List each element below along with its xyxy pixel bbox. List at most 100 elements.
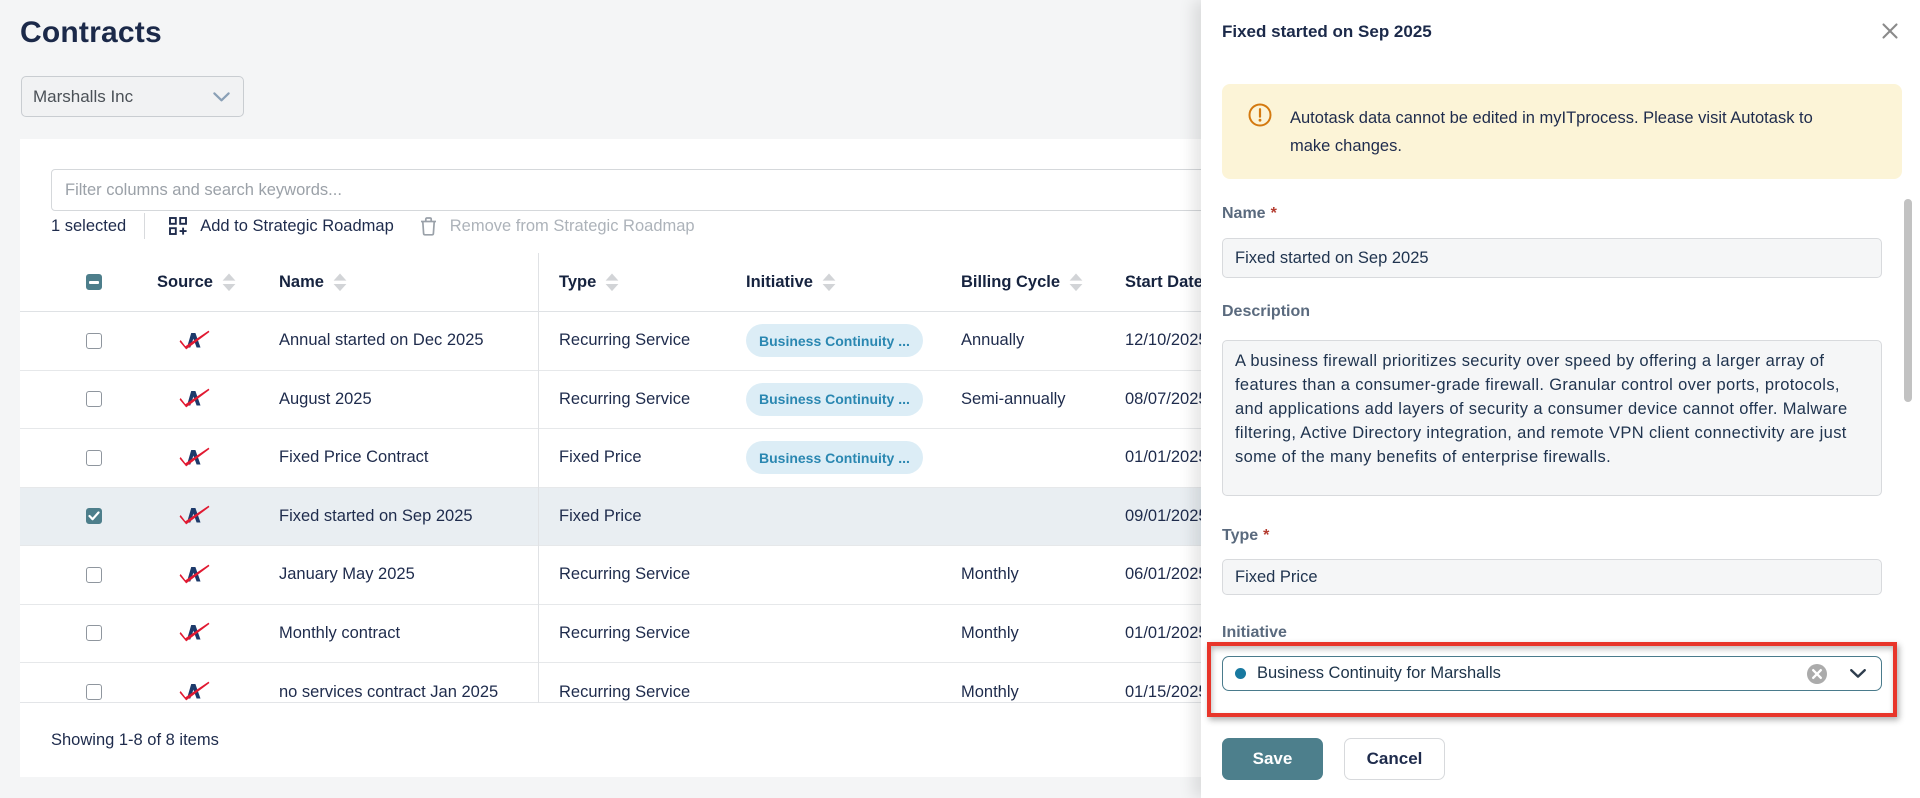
autotask-logo-icon (160, 371, 228, 429)
row-checkbox[interactable] (86, 450, 102, 466)
grid-plus-icon (169, 217, 187, 235)
contract-billing-cycle: Monthly (961, 605, 1019, 663)
row-checkbox-cell (86, 312, 102, 370)
required-asterisk: * (1271, 205, 1277, 222)
contract-name: Annual started on Dec 2025 (279, 312, 484, 370)
sort-icon (605, 273, 619, 292)
drawer-scrollbar-thumb[interactable] (1904, 199, 1912, 402)
column-header-billing-cycle[interactable]: Billing Cycle (961, 253, 1083, 311)
contract-details-drawer: Fixed started on Sep 2025 Autotask data … (1201, 0, 1920, 798)
drawer-actions: Save Cancel (1222, 738, 1445, 780)
initiative-chip: Business Continuity ... (746, 441, 923, 474)
contract-billing-cycle: Monthly (961, 663, 1019, 703)
contract-initiative: Business Continuity ... (746, 429, 923, 487)
initiative-color-dot (1235, 668, 1246, 679)
drawer-title: Fixed started on Sep 2025 (1222, 22, 1432, 42)
contract-type: Recurring Service (559, 371, 690, 429)
remove-from-roadmap-button[interactable]: Remove from Strategic Roadmap (420, 217, 695, 236)
row-checkbox[interactable] (86, 684, 102, 700)
contracts-page: Contracts Marshalls Inc 1 selected Ad (0, 0, 1920, 798)
contract-start-date: 06/01/2025 (1125, 546, 1208, 604)
row-checkbox-cell (86, 371, 102, 429)
type-field[interactable] (1222, 559, 1882, 595)
sort-arrows (1069, 273, 1083, 292)
contract-type: Recurring Service (559, 312, 690, 370)
description-field[interactable]: A business firewall prioritizes security… (1222, 340, 1882, 496)
contract-start-date: 12/10/2025 (1125, 312, 1208, 370)
remove-from-roadmap-label: Remove from Strategic Roadmap (450, 217, 695, 236)
sort-icon (222, 273, 236, 292)
row-checkbox[interactable] (86, 567, 102, 583)
company-select[interactable]: Marshalls Inc (21, 76, 244, 117)
column-header-label: Name (279, 273, 324, 292)
autotask-logo-icon (160, 546, 228, 604)
sort-icon (1069, 273, 1083, 292)
initiative-chip: Business Continuity ... (746, 324, 923, 357)
row-checkbox-cell (86, 605, 102, 663)
autotask-logo-icon (160, 605, 228, 663)
contract-type: Recurring Service (559, 605, 690, 663)
company-select-value: Marshalls Inc (33, 87, 213, 107)
cancel-button[interactable]: Cancel (1344, 738, 1445, 780)
toolbar-divider (144, 213, 145, 239)
column-header-name[interactable]: Name (279, 253, 347, 311)
contract-initiative: Business Continuity ... (746, 371, 923, 429)
name-field[interactable] (1222, 238, 1882, 278)
chevron-down-icon[interactable] (1850, 669, 1866, 678)
fixed-column-divider (538, 253, 539, 703)
initiative-value: Business Continuity for Marshalls (1257, 664, 1806, 683)
autotask-logo-icon (160, 663, 228, 703)
contract-type: Fixed Price (559, 429, 642, 487)
warning-banner: Autotask data cannot be edited in myITpr… (1222, 84, 1902, 179)
autotask-logo-icon (160, 429, 228, 487)
save-button[interactable]: Save (1222, 738, 1323, 780)
warning-text: Autotask data cannot be edited in myITpr… (1290, 104, 1842, 160)
row-checkbox[interactable] (86, 508, 102, 524)
header-checkbox-cell (86, 253, 102, 311)
select-all-checkbox[interactable] (86, 274, 102, 290)
required-asterisk: * (1263, 527, 1269, 544)
sort-arrows (222, 273, 236, 292)
field-label-text: Initiative (1222, 624, 1287, 641)
chevron-down-icon (213, 92, 230, 102)
table-toolbar: 1 selected Add to Strategic Roadmap (51, 207, 695, 245)
column-header-source[interactable]: Source (157, 253, 236, 311)
field-label-text: Type (1222, 527, 1258, 544)
column-header-label: Source (157, 273, 213, 292)
field-label-text: Description (1222, 303, 1310, 320)
column-header-initiative[interactable]: Initiative (746, 253, 836, 311)
contract-name: Monthly contract (279, 605, 400, 663)
row-checkbox[interactable] (86, 391, 102, 407)
sort-arrows (333, 273, 347, 292)
row-checkbox-cell (86, 546, 102, 604)
column-header-type[interactable]: Type (559, 253, 619, 311)
contract-start-date: 01/01/2025 (1125, 429, 1208, 487)
row-checkbox[interactable] (86, 625, 102, 641)
row-checkbox[interactable] (86, 333, 102, 349)
initiative-label: Initiative (1222, 624, 1287, 642)
trash-icon (420, 217, 437, 236)
column-header-label: Initiative (746, 273, 813, 292)
page-title: Contracts (20, 16, 162, 50)
contract-name: January May 2025 (279, 546, 415, 604)
sort-arrows (822, 273, 836, 292)
contract-type: Fixed Price (559, 488, 642, 546)
row-checkbox-cell (86, 488, 102, 546)
contract-start-date: 08/07/2025 (1125, 371, 1208, 429)
sort-icon (333, 273, 347, 292)
pagination-summary: Showing 1-8 of 8 items (51, 731, 219, 750)
add-to-roadmap-button[interactable]: Add to Strategic Roadmap (169, 217, 394, 236)
contract-name: Fixed started on Sep 2025 (279, 488, 473, 546)
row-checkbox-cell (86, 429, 102, 487)
name-label: Name* (1222, 205, 1277, 223)
column-header-label: Type (559, 273, 596, 292)
close-icon[interactable] (1878, 19, 1902, 43)
add-to-roadmap-label: Add to Strategic Roadmap (200, 217, 394, 236)
minus-icon (89, 281, 99, 284)
column-header-label: Billing Cycle (961, 273, 1060, 292)
clear-icon[interactable] (1806, 663, 1828, 685)
initiative-select[interactable]: Business Continuity for Marshalls (1222, 656, 1882, 691)
contract-initiative: Business Continuity ... (746, 312, 923, 370)
contract-name: August 2025 (279, 371, 372, 429)
row-checkbox-cell (86, 663, 102, 703)
